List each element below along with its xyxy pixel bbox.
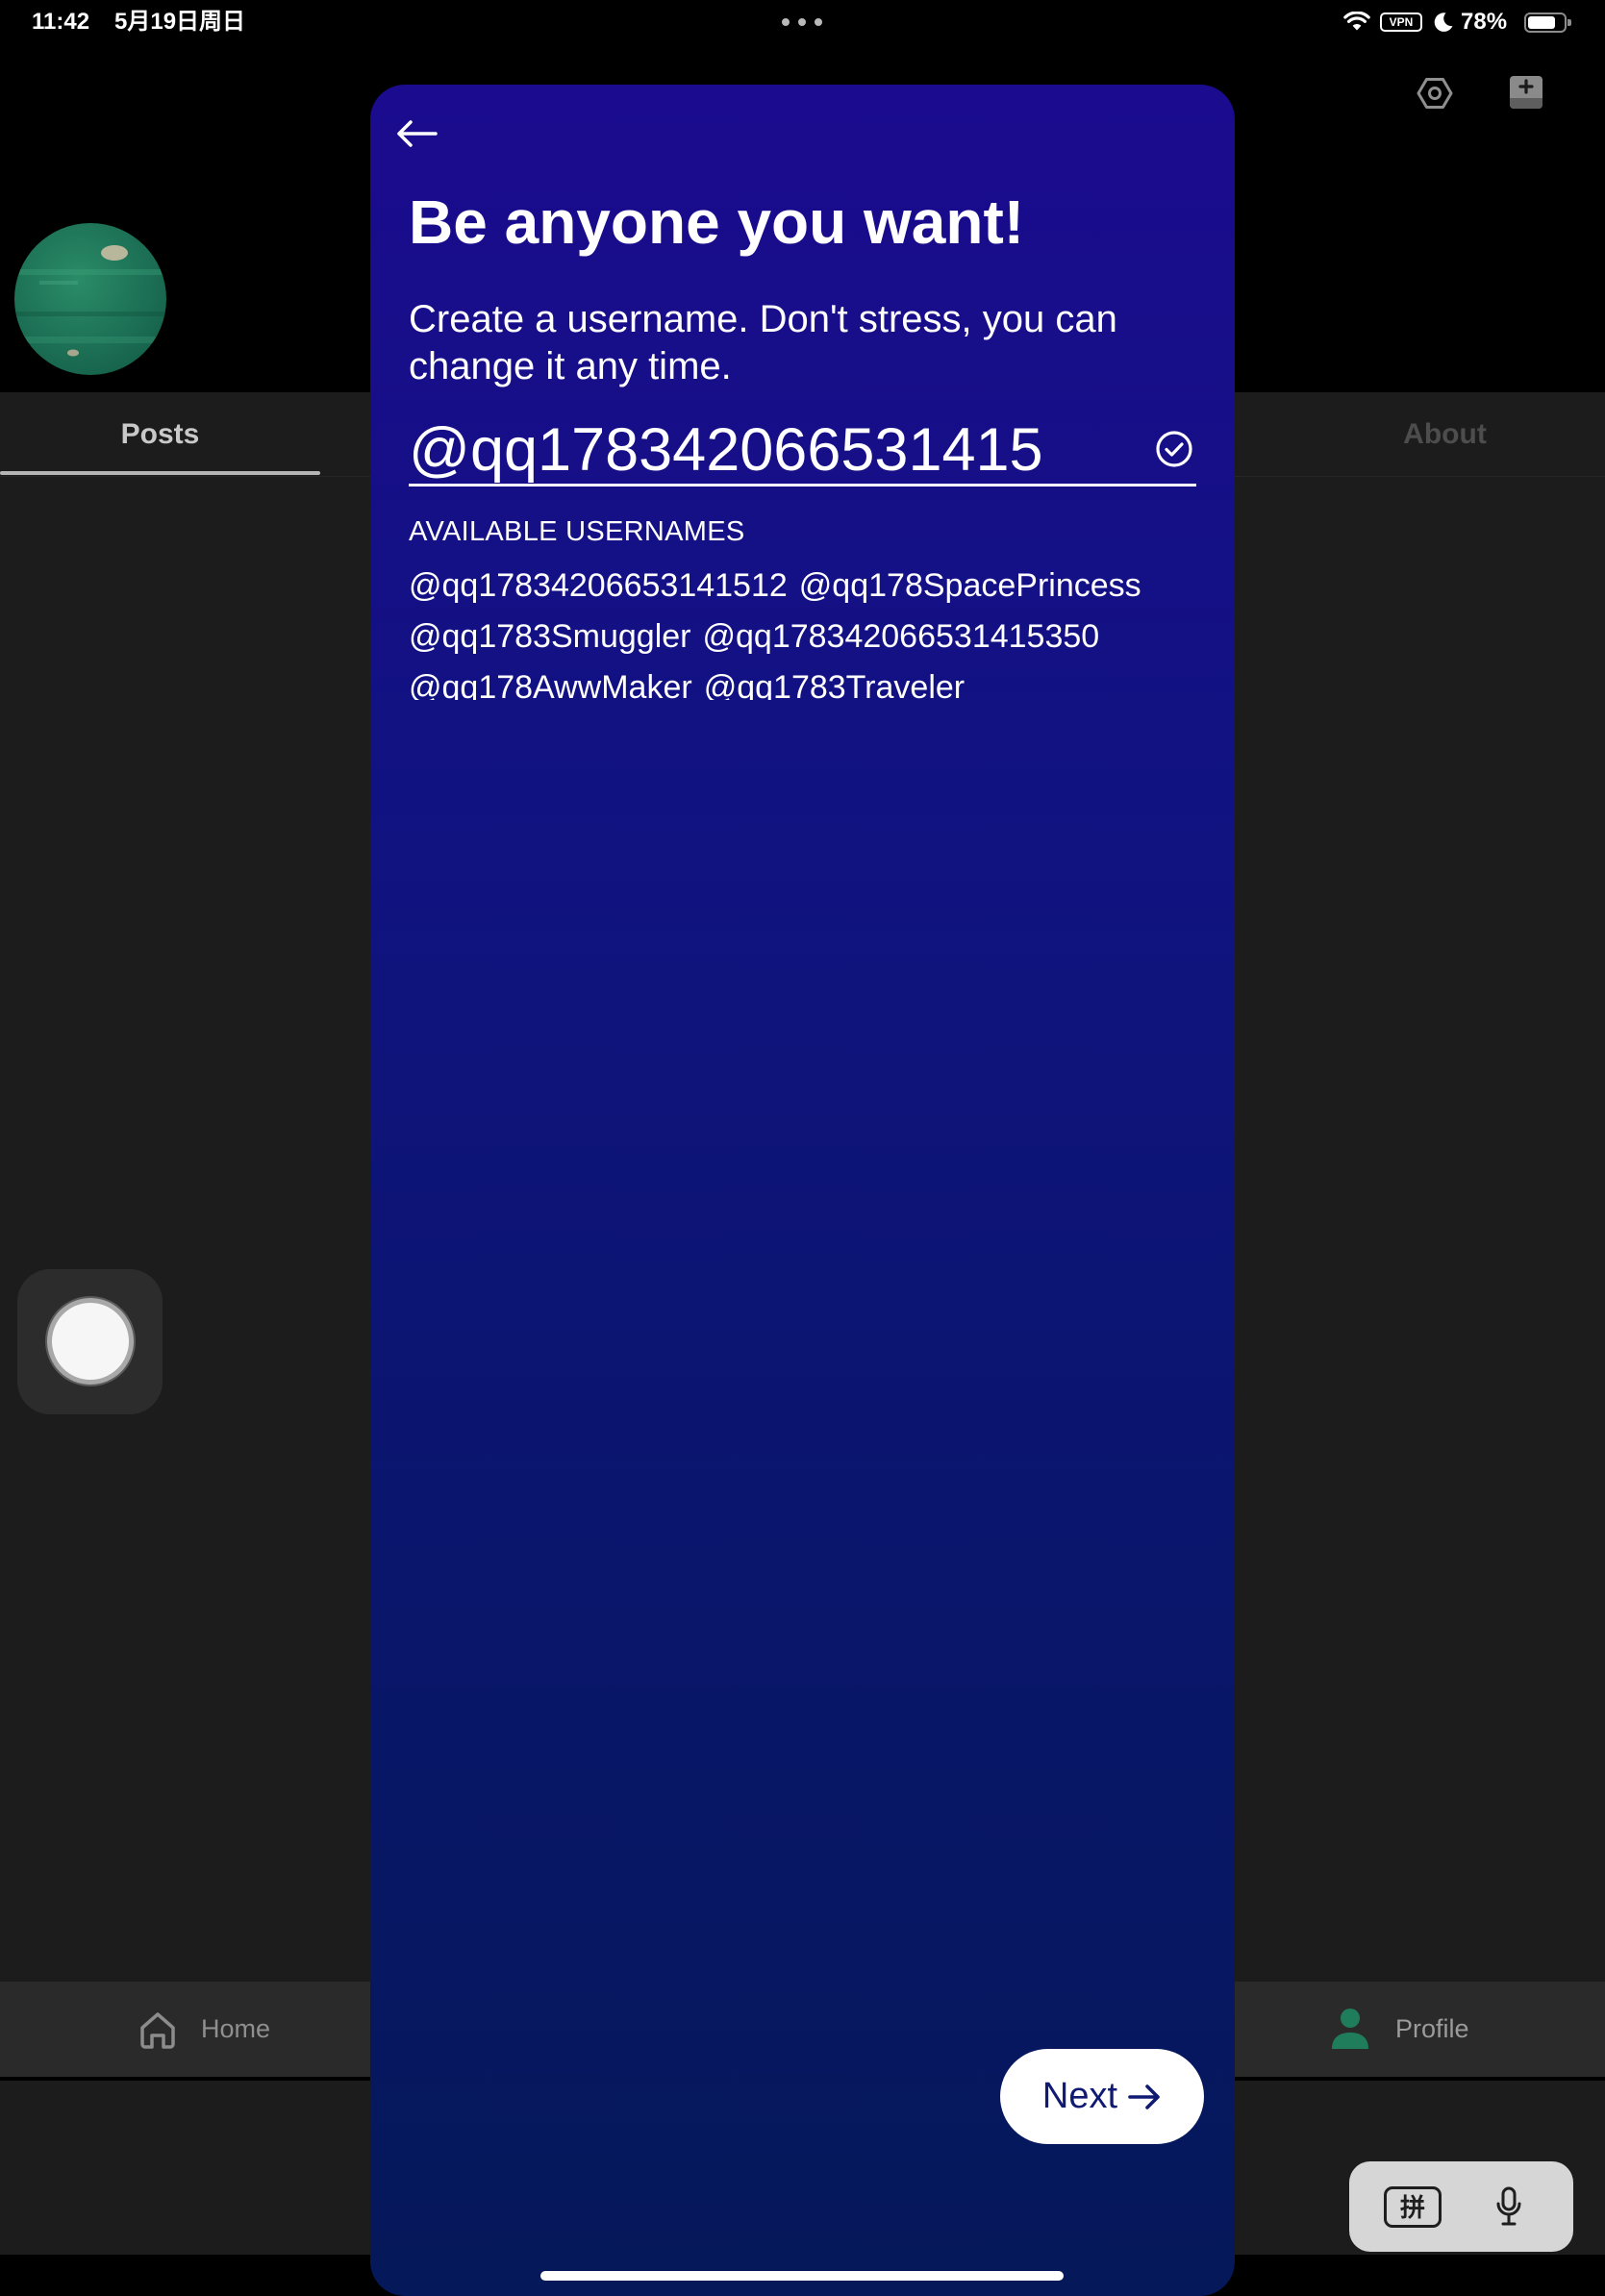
battery-icon (1524, 12, 1567, 33)
arrow-left-icon[interactable] (395, 119, 438, 148)
status-bar: 11:42 5月19日周日 VPN 78% (0, 0, 1605, 44)
create-post-icon[interactable] (1507, 73, 1545, 112)
username-suggestions: @qq17834206653141512 @qq178SpacePrincess… (409, 561, 1197, 700)
ime-switch-key[interactable]: 拼 (1384, 2186, 1442, 2228)
dot (815, 18, 822, 26)
battery-fill (1528, 16, 1556, 29)
vpn-badge: VPN (1380, 12, 1422, 32)
profile-icon (1332, 2008, 1368, 2049)
username-suggestion[interactable]: @qq178SpacePrincess (799, 561, 1141, 611)
username-suggestion[interactable]: @qq178342066531415350 (702, 611, 1099, 662)
home-indicator (540, 2271, 1064, 2281)
dot (798, 18, 806, 26)
status-time: 11:42 (32, 9, 90, 35)
active-tab-indicator (0, 471, 320, 475)
nav-profile[interactable]: Profile (1330, 1982, 1469, 2077)
username-suggestion[interactable]: @qq1783Traveler (704, 662, 965, 700)
nav-home[interactable]: Home (137, 1982, 270, 2077)
multitasking-dots-icon[interactable] (782, 18, 822, 26)
create-username-modal: Be anyone you want! Create a username. D… (370, 85, 1235, 2296)
modal-title: Be anyone you want! (409, 187, 1025, 257)
username-suggestion[interactable]: @qq1783Smuggler (409, 611, 690, 662)
home-icon (140, 2011, 175, 2049)
tab-label: Posts (120, 417, 200, 450)
battery-percent: 78% (1461, 9, 1508, 35)
next-button[interactable]: Next (1000, 2049, 1204, 2144)
status-date: 5月19日周日 (114, 9, 246, 35)
keyboard-toolbar: 拼 (1349, 2161, 1573, 2252)
assistive-touch-button[interactable] (17, 1269, 163, 1414)
username-input-value[interactable]: @qq178342066531415 (409, 420, 1043, 481)
username-suggestion[interactable]: @qq17834206653141512 (409, 561, 788, 611)
username-suggestion[interactable]: @qq178AwwMaker (409, 662, 692, 700)
username-input[interactable]: @qq178342066531415 (409, 415, 1196, 487)
tab-about[interactable]: About (1285, 392, 1605, 476)
arrow-right-icon (1128, 2084, 1160, 2109)
ime-key-label: 拼 (1399, 2192, 1425, 2222)
moon-icon (1434, 12, 1453, 32)
available-usernames-heading: AVAILABLE USERNAMES (409, 516, 745, 547)
wifi-icon (1343, 12, 1370, 31)
microphone-icon[interactable] (1495, 2186, 1522, 2227)
tab-posts[interactable]: Posts (0, 392, 320, 476)
vpn-label: VPN (1389, 15, 1414, 29)
battery-cap (1567, 19, 1571, 26)
check-circle-icon (1156, 431, 1192, 467)
avatar[interactable] (14, 223, 166, 375)
nav-profile-label: Profile (1395, 2014, 1469, 2043)
settings-hexagon-icon[interactable] (1416, 74, 1454, 112)
dot (782, 18, 790, 26)
tab-label: About (1403, 417, 1487, 450)
assistive-touch-icon (45, 1296, 136, 1386)
nav-home-label: Home (201, 2014, 271, 2043)
next-button-label: Next (1041, 2076, 1118, 2116)
modal-subtitle: Create a username. Don't stress, you can… (409, 298, 1117, 387)
